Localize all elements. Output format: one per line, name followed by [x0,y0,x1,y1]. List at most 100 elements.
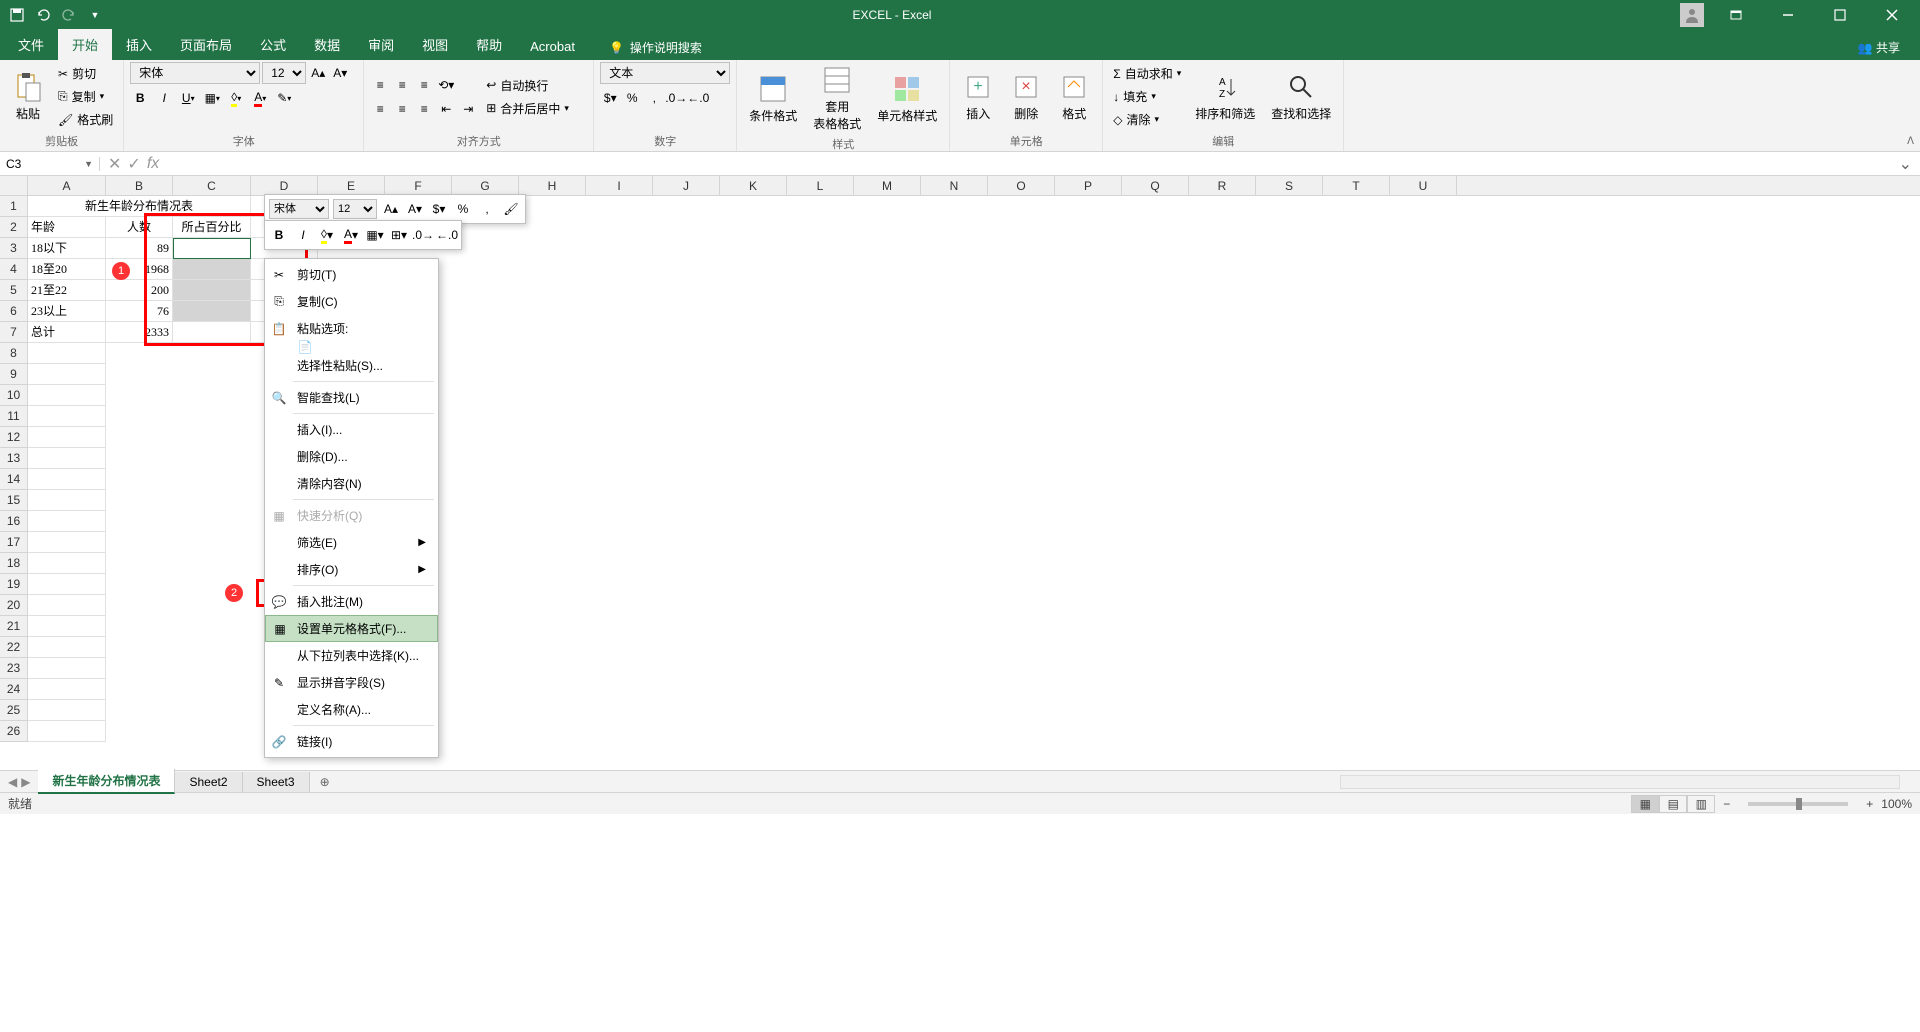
underline-button[interactable]: U▾ [178,88,198,108]
format-painter-button[interactable]: 🖌格式刷 [54,109,117,130]
row-header[interactable]: 23 [0,658,27,679]
maximize-icon[interactable] [1820,0,1860,30]
menu-insert[interactable]: 插入(I)... [265,416,438,443]
horizontal-scrollbar[interactable] [1340,775,1900,789]
row-header[interactable]: 14 [0,469,27,490]
user-avatar-icon[interactable] [1680,3,1704,27]
row-header[interactable]: 22 [0,637,27,658]
row-header[interactable]: 18 [0,553,27,574]
row-header[interactable]: 8 [0,343,27,364]
zoom-out-icon[interactable]: − [1723,797,1730,811]
row-header[interactable]: 20 [0,595,27,616]
col-header[interactable]: A [28,176,106,195]
increase-font-icon[interactable]: A▴ [308,63,328,83]
row-header[interactable]: 19 [0,574,27,595]
sheet-nav[interactable]: ◀ ▶ [0,775,38,789]
menu-quick-analysis[interactable]: ▦快速分析(Q) [265,502,438,529]
cell[interactable]: 人数 [106,217,173,238]
menu-cut[interactable]: ✂剪切(T) [265,261,438,288]
col-header[interactable]: G [452,176,519,195]
close-icon[interactable] [1872,0,1912,30]
indent-increase-icon[interactable]: ⇥ [458,99,478,119]
menu-sort[interactable]: 排序(O)▶ [265,556,438,583]
accounting-format-icon[interactable]: $▾ [600,88,620,108]
col-header[interactable]: U [1390,176,1457,195]
col-header[interactable]: T [1323,176,1390,195]
decrease-font-icon[interactable]: A▾ [330,63,350,83]
copy-button[interactable]: ⎘复制 ▾ [54,86,117,107]
row-header[interactable]: 12 [0,427,27,448]
menu-clear-contents[interactable]: 清除内容(N) [265,470,438,497]
sheet-tab[interactable]: Sheet3 [243,772,310,792]
table-format-button[interactable]: 套用 表格格式 [807,62,867,134]
menu-format-cells[interactable]: ▦设置单元格格式(F)... [265,615,438,642]
expand-formula-bar-icon[interactable]: ⌄ [1891,154,1920,174]
tab-acrobat[interactable]: Acrobat [516,33,589,60]
ribbon-display-icon[interactable] [1716,0,1756,30]
italic-button[interactable]: I [154,88,174,108]
menu-delete[interactable]: 删除(D)... [265,443,438,470]
tab-help[interactable]: 帮助 [462,29,516,60]
row-header[interactable]: 4 [0,259,27,280]
col-header[interactable]: B [106,176,173,195]
row-header[interactable]: 6 [0,301,27,322]
col-header[interactable]: H [519,176,586,195]
format-cells-button[interactable]: 格式 [1052,69,1096,124]
mini-decimal-dec-icon[interactable]: ←.0 [437,225,457,245]
mini-comma-icon[interactable]: , [477,199,497,219]
share-button[interactable]: 👥 共享 [1850,35,1908,60]
indent-decrease-icon[interactable]: ⇤ [436,99,456,119]
font-color-button[interactable]: A▾ [250,88,270,108]
menu-paste-special[interactable]: 选择性粘贴(S)... [265,352,438,379]
redo-icon[interactable] [60,6,78,24]
tab-layout[interactable]: 页面布局 [166,29,246,60]
mini-decimal-inc-icon[interactable]: .0→ [413,225,433,245]
fill-button[interactable]: ↓填充 ▾ [1109,86,1185,107]
cell[interactable]: 18以下 [28,238,106,259]
fx-icon[interactable]: fx [147,155,159,173]
mini-fill-color-button[interactable]: ◊▾ [317,225,337,245]
mini-percent-icon[interactable]: % [453,199,473,219]
menu-paste-options[interactable]: 📋粘贴选项: [265,315,438,342]
menu-paste-default[interactable]: 📄 [265,342,438,352]
mini-bold-button[interactable]: B [269,225,289,245]
cell-styles-button[interactable]: 单元格样式 [871,71,943,126]
number-format-select[interactable]: 文本 [600,62,730,84]
increase-decimal-icon[interactable]: .0→ [666,88,686,108]
cut-button[interactable]: ✂剪切 [54,63,117,84]
tell-me-search[interactable]: 💡 操作说明搜索 [601,35,710,60]
paste-button[interactable]: 粘贴 [6,69,50,124]
normal-view-icon[interactable]: ▦ [1631,795,1659,813]
row-header[interactable]: 10 [0,385,27,406]
cell[interactable]: 18至20 [28,259,106,280]
add-sheet-button[interactable]: ⊕ [310,775,340,789]
sort-filter-button[interactable]: AZ排序和筛选 [1189,69,1261,124]
percent-format-icon[interactable]: % [622,88,642,108]
menu-show-pinyin[interactable]: ✎显示拼音字段(S) [265,669,438,696]
mini-merge-button[interactable]: ⊞▾ [389,225,409,245]
save-icon[interactable] [8,6,26,24]
align-bottom-icon[interactable]: ≡ [414,75,434,95]
mini-font-color-button[interactable]: A▾ [341,225,361,245]
orientation-icon[interactable]: ⟲▾ [436,75,456,95]
align-middle-icon[interactable]: ≡ [392,75,412,95]
col-header[interactable]: Q [1122,176,1189,195]
name-box[interactable]: C3 ▼ [0,157,100,171]
col-header[interactable]: K [720,176,787,195]
cell[interactable] [173,301,251,322]
fill-color-button[interactable]: ◊▾ [226,88,246,108]
menu-pick-from-list[interactable]: 从下拉列表中选择(K)... [265,642,438,669]
comma-format-icon[interactable]: , [644,88,664,108]
menu-copy[interactable]: ⎘复制(C) [265,288,438,315]
row-header[interactable]: 15 [0,490,27,511]
row-header[interactable]: 3 [0,238,27,259]
sheet-prev-icon[interactable]: ◀ [8,775,17,789]
zoom-slider[interactable] [1748,802,1848,806]
tab-home[interactable]: 开始 [58,29,112,60]
cell[interactable]: 2333 [106,322,173,343]
phonetic-button[interactable]: ✎▾ [274,88,294,108]
mini-increase-font-icon[interactable]: A▴ [381,199,401,219]
cell[interactable] [173,238,251,259]
tab-insert[interactable]: 插入 [112,29,166,60]
row-header[interactable]: 2 [0,217,27,238]
